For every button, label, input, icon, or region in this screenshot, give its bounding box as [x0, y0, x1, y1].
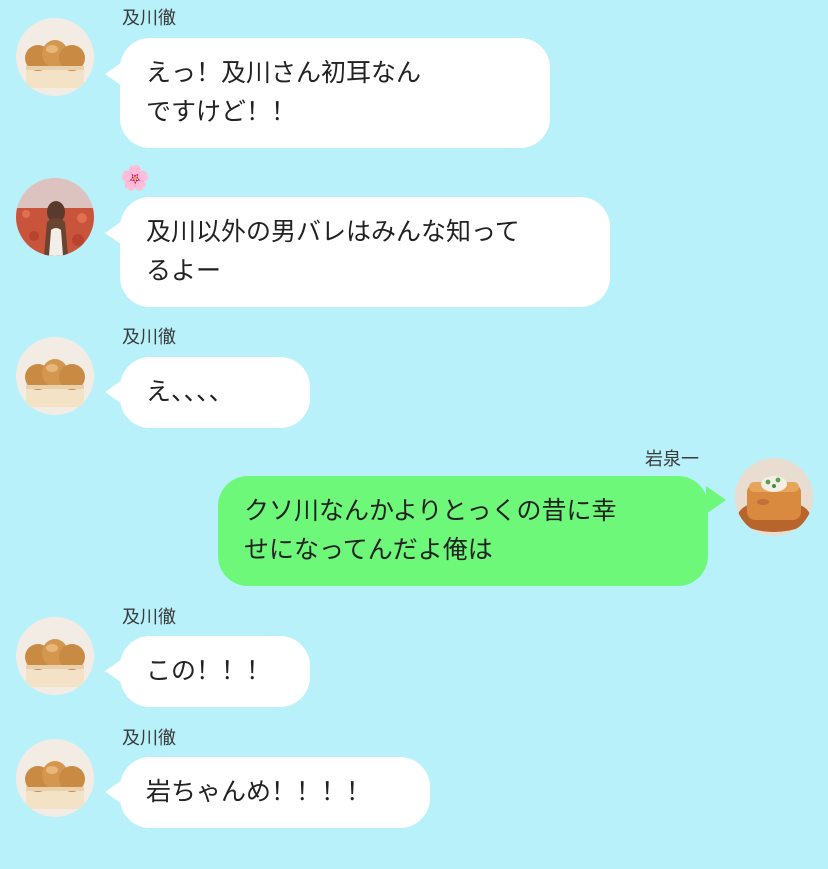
- message-text-line: るよー: [146, 256, 222, 285]
- sender-name: 及川徹: [122, 8, 176, 29]
- chat-thread: 及川徹 えっ！及川さん初耳なん ですけど！！ 🌸 及川以外の男バレはみんな知って…: [0, 0, 828, 869]
- message-text-line: 岩ちゃんめ！！！！: [146, 777, 372, 806]
- message-text-line: クソ川なんかよりとっくの昔に幸: [244, 496, 617, 525]
- message-text-line: ですけど！！: [146, 97, 297, 126]
- message-bubble[interactable]: クソ川なんかよりとっくの昔に幸 せになってんだよ俺は: [218, 476, 708, 586]
- agedashi-tofu-avatar-icon[interactable]: [735, 458, 813, 536]
- sender-name: 岩泉一: [645, 449, 699, 470]
- message-bubble[interactable]: この！！！: [120, 636, 310, 707]
- message-text-line: えっ！及川さん初耳なん: [146, 58, 422, 87]
- message-text-line: 及川以外の男バレはみんな知って: [146, 217, 520, 246]
- sender-name: 及川徹: [122, 327, 176, 348]
- bread-avatar-icon[interactable]: [16, 617, 94, 695]
- message-text-line: せになってんだよ俺は: [244, 535, 493, 564]
- bread-avatar-icon[interactable]: [16, 739, 94, 817]
- message-bubble[interactable]: え、、、、: [120, 357, 310, 428]
- message-bubble[interactable]: えっ！及川さん初耳なん ですけど！！: [120, 38, 550, 148]
- flower-icon: 🌸: [120, 164, 150, 192]
- message-text-line: え、、、、: [146, 377, 234, 406]
- message-text-line: この！！！: [146, 656, 272, 685]
- message-bubble[interactable]: 岩ちゃんめ！！！！: [120, 757, 430, 828]
- sender-name: 及川徹: [122, 728, 176, 749]
- message-bubble[interactable]: 及川以外の男バレはみんな知って るよー: [120, 197, 610, 307]
- bread-avatar-icon[interactable]: [16, 337, 94, 415]
- bread-avatar-icon[interactable]: [16, 18, 94, 96]
- bubble-tail: [706, 486, 726, 514]
- sender-name: 及川徹: [122, 607, 176, 628]
- flower-field-avatar-icon[interactable]: [16, 178, 94, 256]
